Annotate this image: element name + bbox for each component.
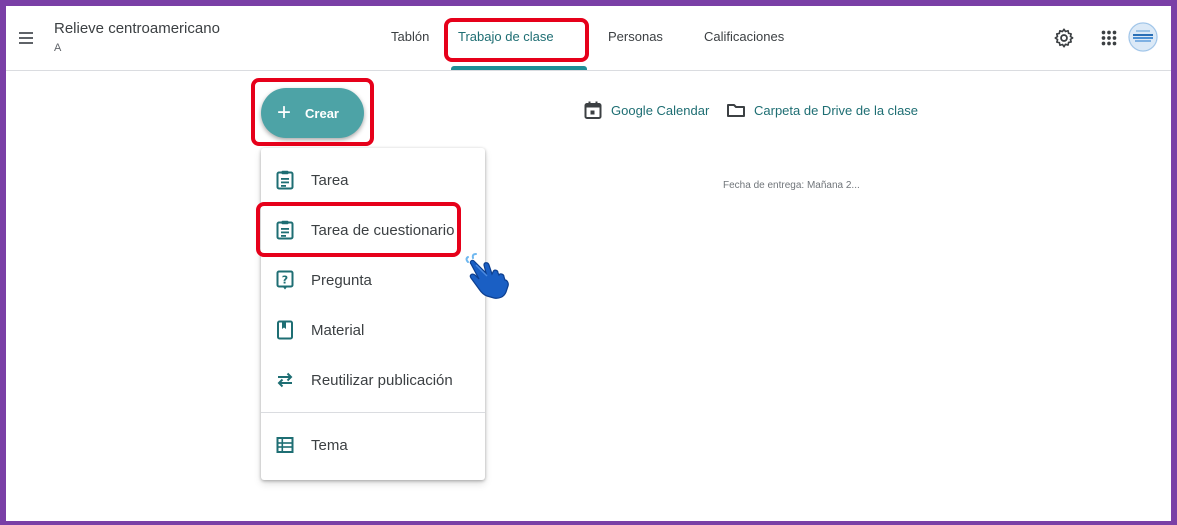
drive-folder-label: Carpeta de Drive de la clase — [754, 102, 919, 118]
create-button[interactable]: + Crear — [261, 88, 364, 138]
app-header: Relieve centroamericano A Tablón Trabajo… — [6, 6, 1171, 71]
menu-item-material[interactable]: Material — [261, 310, 485, 350]
create-dropdown-menu: Tarea Tarea de cuestionario ? Pregunta M… — [261, 148, 485, 480]
menu-item-label: Tema — [311, 436, 348, 454]
menu-item-tarea[interactable]: Tarea — [261, 160, 485, 200]
svg-text:?: ? — [282, 274, 288, 287]
avatar[interactable] — [1128, 22, 1158, 52]
due-date-text: Fecha de entrega: Mañana 2... — [723, 180, 860, 191]
quiz-assignment-icon — [275, 220, 295, 240]
drive-folder-link[interactable]: Carpeta de Drive de la clase — [726, 100, 918, 120]
reuse-icon — [275, 370, 295, 390]
menu-item-label: Reutilizar publicación — [311, 371, 453, 389]
google-calendar-label: Google Calendar — [611, 102, 710, 118]
calendar-icon — [584, 101, 602, 119]
menu-item-label: Tarea de cuestionario — [311, 221, 455, 239]
menu-item-reutilizar-publicacion[interactable]: Reutilizar publicación — [261, 360, 485, 400]
material-icon — [275, 320, 295, 340]
hamburger-menu-icon[interactable] — [16, 26, 40, 50]
active-tab-indicator — [451, 66, 587, 70]
apps-grid-icon[interactable] — [1098, 27, 1120, 49]
menu-item-tema[interactable]: Tema — [261, 425, 485, 465]
menu-item-label: Pregunta — [311, 271, 372, 289]
google-calendar-link[interactable]: Google Calendar — [583, 100, 709, 120]
tab-tablon[interactable]: Tablón — [391, 29, 429, 44]
plus-icon: + — [277, 99, 292, 126]
menu-item-tarea-de-cuestionario[interactable]: Tarea de cuestionario — [261, 210, 485, 250]
pointing-hand-icon — [465, 253, 509, 299]
create-button-label: Crear — [305, 105, 339, 121]
tab-personas[interactable]: Personas — [608, 29, 663, 44]
window-frame — [0, 0, 1177, 525]
menu-divider — [261, 412, 485, 413]
menu-item-pregunta[interactable]: ? Pregunta — [261, 260, 485, 300]
tab-trabajo-de-clase[interactable]: Trabajo de clase — [458, 29, 554, 44]
menu-item-label: Material — [311, 321, 365, 339]
class-section: A — [54, 42, 62, 54]
assignment-icon — [275, 170, 295, 190]
menu-item-label: Tarea — [311, 171, 349, 189]
class-title[interactable]: Relieve centroamericano — [54, 20, 220, 37]
gear-icon[interactable] — [1053, 27, 1075, 49]
folder-icon — [727, 104, 745, 117]
question-icon: ? — [275, 270, 295, 290]
tab-calificaciones[interactable]: Calificaciones — [704, 29, 784, 44]
topic-icon — [275, 435, 295, 455]
